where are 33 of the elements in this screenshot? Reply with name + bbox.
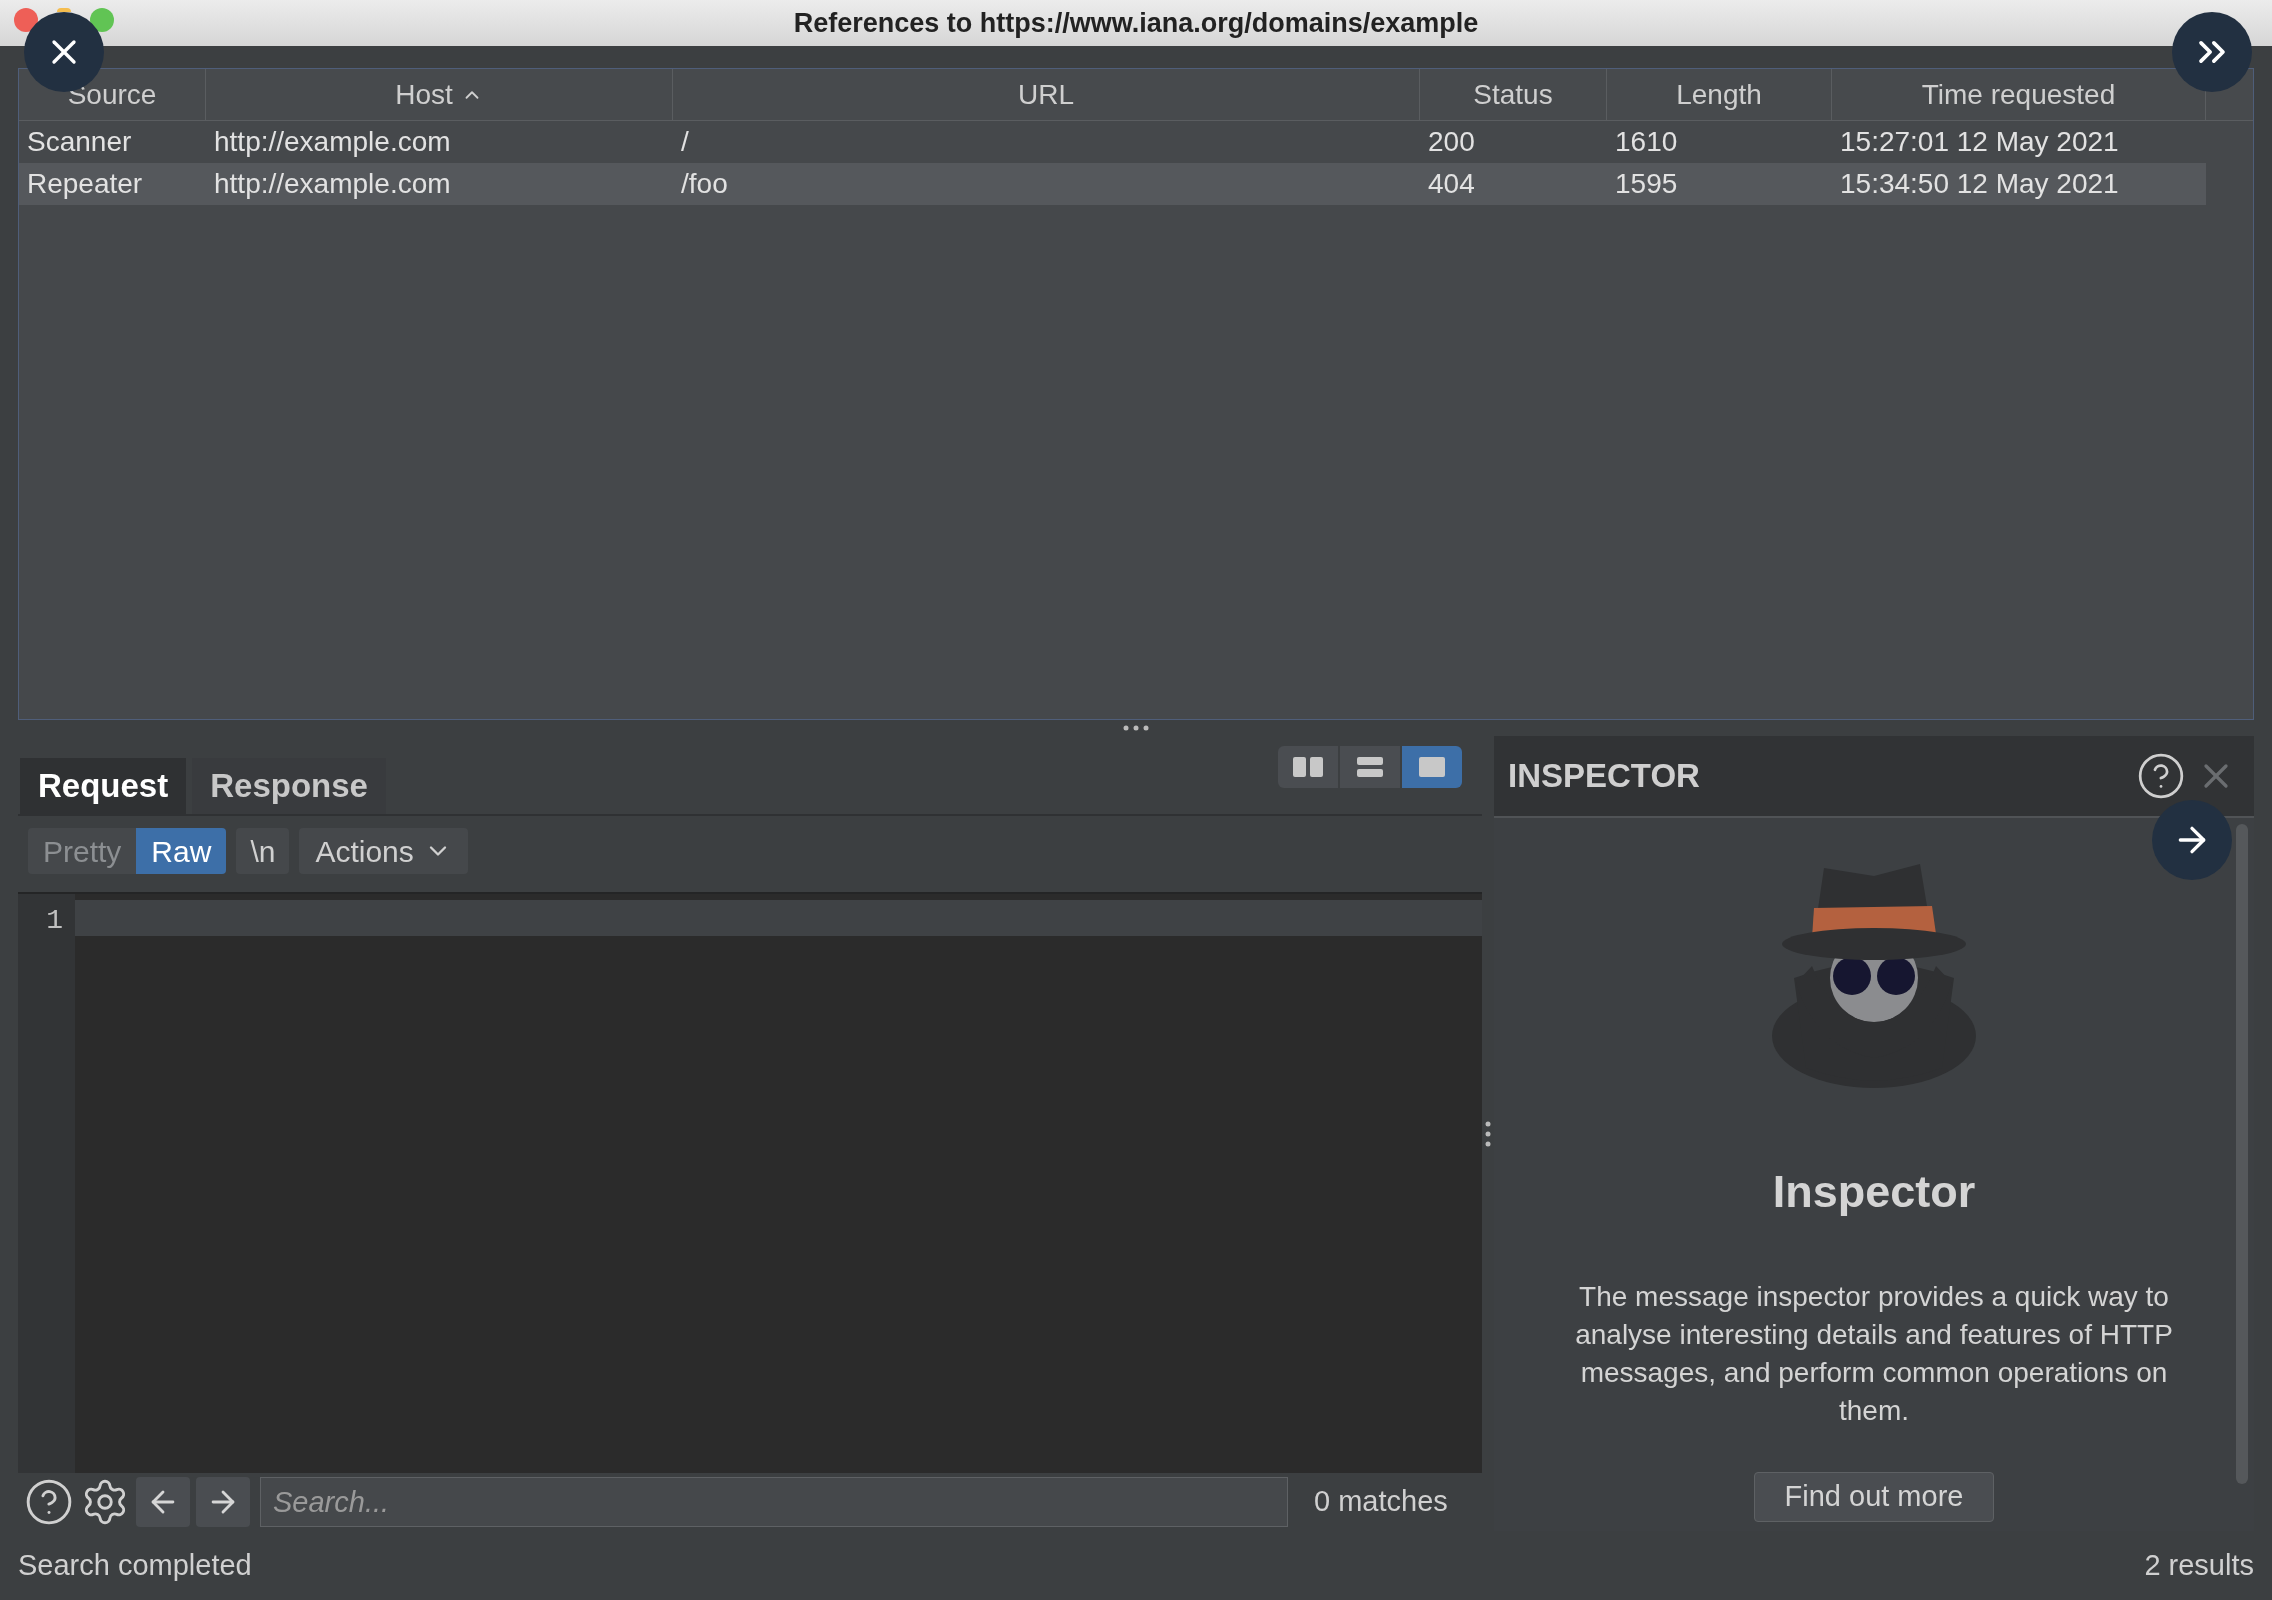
editor-tab[interactable]: Request xyxy=(20,758,187,814)
table-cell-text: 15:27:01 12 May 2021 xyxy=(1840,125,2119,159)
table-cell-text: / xyxy=(681,125,689,159)
column-header[interactable]: URL xyxy=(673,69,1420,120)
actions-dropdown[interactable]: Actions xyxy=(299,828,468,874)
format-button[interactable]: Raw xyxy=(136,828,227,874)
match-count: 0 matches xyxy=(1314,1484,1448,1520)
table-cell-text: Scanner xyxy=(27,125,132,159)
window-title: References to https://www.iana.org/domains/example xyxy=(793,6,1479,40)
column-header[interactable]: Host xyxy=(206,69,673,120)
find-out-more-button[interactable]: Find out more xyxy=(1753,1471,1995,1522)
table-cell-text: Repeater xyxy=(27,167,143,201)
newline-toggle[interactable]: \n xyxy=(236,828,290,874)
status-text: Search completed xyxy=(18,1547,252,1583)
table-cell-text: 200 xyxy=(1428,125,1475,159)
table-cell-text: http://example.com xyxy=(214,125,451,159)
code-editor[interactable]: 1 xyxy=(18,892,1482,1473)
table-cell-text: 404 xyxy=(1428,167,1475,201)
column-header[interactable]: Status xyxy=(1420,69,1607,120)
column-header[interactable]: Length xyxy=(1607,69,1832,120)
inspector-heading: Inspector xyxy=(1772,1165,1976,1219)
table-cell-text: 1610 xyxy=(1615,125,1678,159)
inspector-description: The message inspector provides a quick way to analyse interesting details and features of HTTP messages, and perform common operations on them. xyxy=(1574,1279,2174,1428)
line-number: 1 xyxy=(46,904,63,936)
editor-tab[interactable]: Response xyxy=(192,758,386,814)
result-count: 2 results xyxy=(2144,1547,2254,1583)
table-cell-text: 1595 xyxy=(1615,167,1678,201)
table-row[interactable]: Repeater http://example.com /foo 404 1595 15:34:50 12 May 2021 xyxy=(19,163,2206,205)
table-cell-text: 15:34:50 12 May 2021 xyxy=(1840,167,2119,201)
inspector-title: INSPECTOR xyxy=(1508,756,1700,797)
table-cell-text: http://example.com xyxy=(214,167,451,201)
table-cell-text: /foo xyxy=(681,167,728,201)
search-field[interactable]: Search... xyxy=(260,1477,1288,1527)
